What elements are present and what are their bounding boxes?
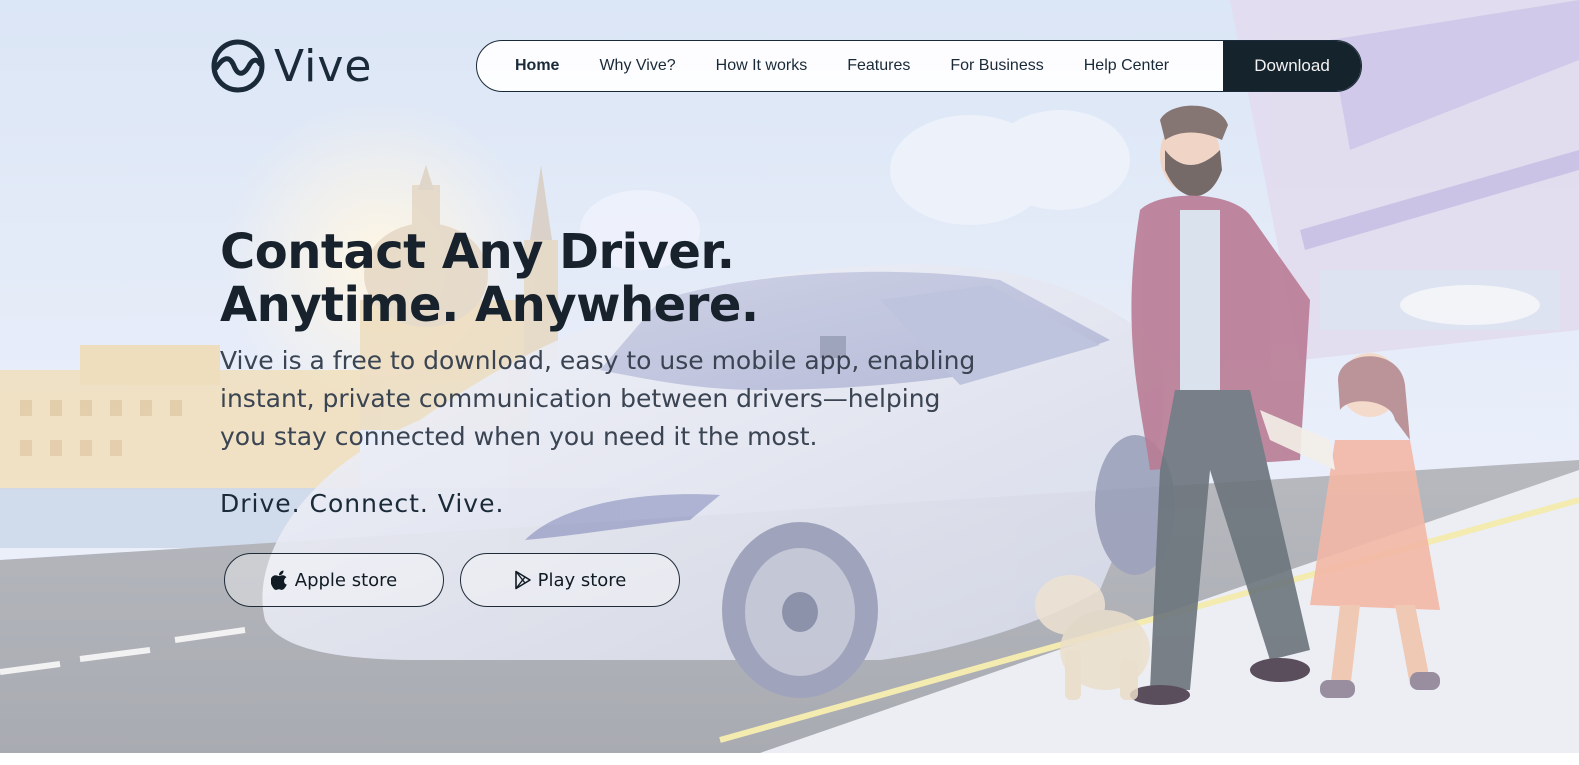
nav-why-vive[interactable]: Why Vive? [579, 41, 695, 91]
play-store-label: Play store [537, 569, 627, 591]
nav-home[interactable]: Home [495, 41, 579, 91]
play-store-button[interactable]: Play store [460, 553, 680, 607]
apple-store-button[interactable]: Apple store [224, 553, 444, 607]
play-store-icon [514, 570, 531, 590]
hero-subtext: Vive is a free to download, easy to use … [220, 346, 976, 451]
nav-how-it-works[interactable]: How It works [696, 41, 828, 91]
hero-tagline: Drive. Connect. Vive. [220, 489, 505, 518]
main-nav: Home Why Vive? How It works Features For… [476, 40, 1362, 92]
brand-name: Vive [274, 40, 373, 92]
download-button[interactable]: Download [1223, 41, 1361, 91]
nav-help-center[interactable]: Help Center [1064, 41, 1189, 91]
nav-for-business[interactable]: For Business [930, 41, 1063, 91]
nav-features[interactable]: Features [827, 41, 930, 91]
nav-links: Home Why Vive? How It works Features For… [477, 41, 1223, 91]
apple-icon [270, 570, 287, 590]
hero-headline: Contact Any Driver. Anytime. Anywhere. [220, 224, 759, 333]
brand-logo[interactable]: Vive [210, 38, 372, 94]
apple-store-label: Apple store [294, 569, 398, 591]
hero-section: Vive Home Why Vive? How It works Feature… [0, 0, 1579, 753]
vive-logo-icon [211, 39, 265, 93]
